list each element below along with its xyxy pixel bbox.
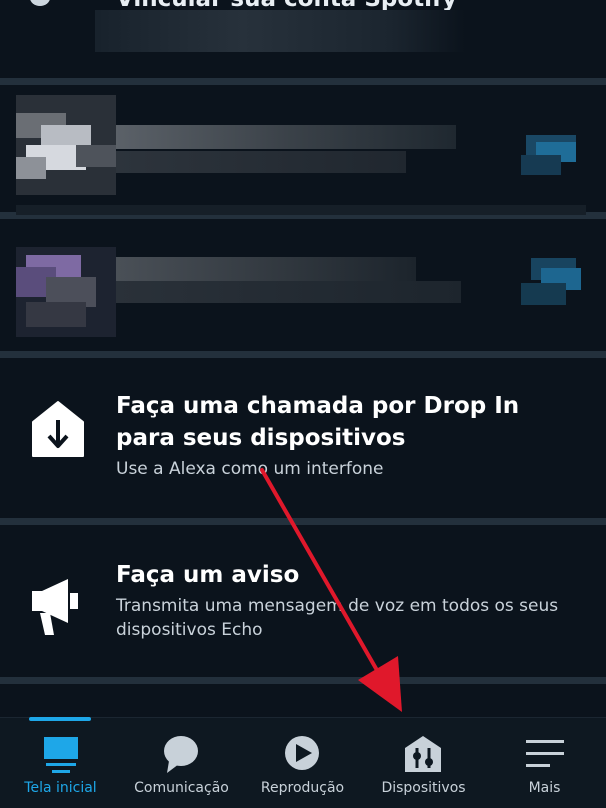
blurred-art: [516, 253, 586, 313]
nav-label-play: Reprodução: [260, 780, 345, 796]
spotify-icon: [30, 0, 50, 6]
devices-icon: [405, 736, 441, 772]
blurred-text: [16, 205, 586, 215]
announcement-subtitle: Transmita uma mensagem de voz em todos o…: [116, 596, 559, 640]
divider: [0, 518, 606, 525]
nav-item-more[interactable]: Mais: [484, 718, 605, 808]
megaphone-icon: [32, 579, 78, 635]
nav-item-play[interactable]: Reprodução: [242, 718, 363, 808]
blurred-card-2[interactable]: [0, 205, 606, 351]
nav-item-communication[interactable]: Comunicação: [121, 718, 242, 808]
home-icon: [44, 737, 78, 773]
blurred-card-1[interactable]: [0, 85, 606, 212]
nav-item-devices[interactable]: Dispositivos: [363, 718, 484, 808]
drop-in-card[interactable]: Faça uma chamada por Drop In para seus d…: [0, 358, 606, 518]
nav-label-home: Tela inicial: [24, 780, 97, 796]
blurred-text: [116, 151, 406, 173]
blurred-text: [95, 10, 465, 52]
nav-label-devices: Dispositivos: [381, 780, 466, 796]
divider: [0, 677, 606, 684]
play-icon: [285, 736, 319, 770]
drop-in-subtitle: Use a Alexa como um interfone: [116, 459, 384, 479]
divider: [0, 351, 606, 358]
divider: [0, 78, 606, 85]
blurred-art: [516, 130, 586, 185]
nav-label-communication: Comunicação: [134, 780, 229, 796]
drop-in-icon: [32, 401, 84, 457]
blurred-thumbnail: [16, 95, 116, 195]
blurred-text: [116, 257, 416, 281]
blurred-thumbnail: [16, 247, 116, 337]
nav-item-home[interactable]: Tela inicial: [0, 717, 121, 808]
nav-label-more: Mais: [528, 780, 561, 796]
bottom-navigation: Tela inicial Comunicação Reprodução Disp…: [0, 717, 606, 808]
menu-icon: [526, 740, 564, 767]
active-indicator: [29, 717, 91, 721]
spotify-link-card[interactable]: Vincular sua conta Spotify: [0, 0, 606, 78]
announcement-title: Faça um aviso: [116, 562, 300, 588]
blurred-text: [116, 125, 456, 149]
blurred-text: [116, 281, 461, 303]
chat-bubble-icon: [164, 736, 198, 773]
announcement-card[interactable]: Faça um aviso Transmita uma mensagem de …: [0, 525, 606, 677]
drop-in-title: Faça uma chamada por Drop In para seus d…: [116, 393, 520, 451]
